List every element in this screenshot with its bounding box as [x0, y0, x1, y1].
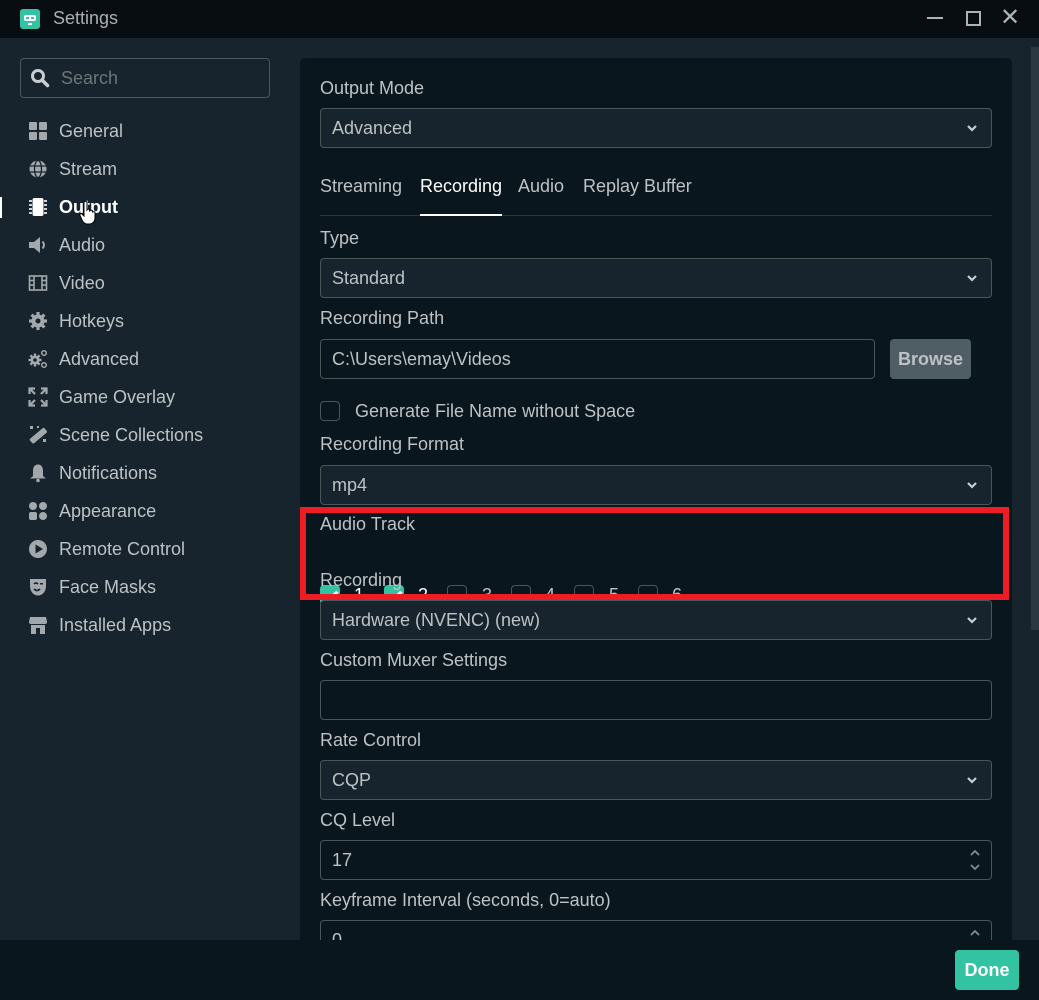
- muxer-label: Custom Muxer Settings: [320, 650, 508, 670]
- search-icon: [31, 69, 50, 88]
- sidebar-item-label: Scene Collections: [59, 425, 204, 445]
- app-logo-icon: [20, 9, 40, 29]
- rate-control-value: CQP: [332, 770, 372, 790]
- grid-icon: [29, 122, 47, 140]
- sidebar-item-label: Advanced: [59, 349, 140, 369]
- close-icon: ✕: [999, 4, 1021, 31]
- sidebar-item-scene-collections[interactable]: Scene Collections: [0, 416, 290, 454]
- sidebar-item-label: Remote Control: [59, 539, 186, 559]
- sidebar-item-label: Stream: [59, 159, 118, 179]
- sidebar-item-output[interactable]: Output: [0, 188, 290, 226]
- spinner-arrows-icon[interactable]: [969, 847, 981, 873]
- output-mode-value: Advanced: [332, 118, 413, 138]
- sidebar-item-label: Installed Apps: [59, 615, 172, 635]
- chevron-down-icon: [967, 777, 977, 784]
- sidebar-item-label: Notifications: [59, 463, 158, 483]
- done-button[interactable]: Done: [955, 950, 1019, 990]
- minimize-button[interactable]: [922, 6, 948, 30]
- settings-panel: Output Mode Advanced Streaming Recording…: [300, 58, 1012, 958]
- no-space-label: Generate File Name without Space: [355, 401, 636, 421]
- recording-format-value: mp4: [332, 475, 368, 495]
- sidebar-item-label: General: [59, 121, 124, 141]
- cq-level-input[interactable]: 17: [320, 840, 992, 880]
- recording-path-input[interactable]: C:\Users\emay\Videos: [320, 339, 875, 379]
- sidebar-item-appearance[interactable]: Appearance: [0, 492, 290, 530]
- expand-icon: [28, 387, 48, 407]
- sidebar-item-general[interactable]: General: [0, 112, 290, 150]
- no-space-checkbox[interactable]: [320, 401, 340, 421]
- chevron-down-icon: [967, 617, 977, 624]
- magic-wand-icon: [29, 426, 47, 444]
- film-icon: [28, 275, 48, 291]
- sidebar-item-face-masks[interactable]: Face Masks: [0, 568, 290, 606]
- maximize-button[interactable]: [960, 6, 986, 30]
- sidebar-item-advanced[interactable]: Advanced: [0, 340, 290, 378]
- window-title: Settings: [53, 8, 119, 28]
- window-body: General Stream Output Audio Video Hotkey…: [0, 38, 1039, 958]
- sidebar-item-label: Output: [59, 197, 118, 217]
- muxer-input[interactable]: [320, 680, 992, 720]
- type-select[interactable]: Standard: [320, 258, 992, 298]
- gears-icon: [28, 349, 48, 369]
- recording-format-select[interactable]: mp4: [320, 465, 992, 505]
- recording-format-label: Recording Format: [320, 434, 465, 454]
- sidebar-item-game-overlay[interactable]: Game Overlay: [0, 378, 290, 416]
- speaker-icon: [29, 237, 45, 253]
- sidebar-item-label: Face Masks: [59, 577, 157, 597]
- search-box: [20, 58, 270, 98]
- sidebar-item-label: Appearance: [59, 501, 157, 521]
- recording-path-label: Recording Path: [320, 308, 445, 328]
- store-icon: [29, 617, 47, 634]
- sidebar-item-audio[interactable]: Audio: [0, 226, 290, 264]
- footer: [0, 940, 1039, 1000]
- shapes-icon: [29, 502, 47, 520]
- type-label: Type: [320, 228, 360, 248]
- output-mode-select[interactable]: Advanced: [320, 108, 992, 148]
- scrollbar-thumb[interactable]: [1031, 47, 1039, 630]
- sidebar-item-label: Video: [59, 273, 105, 293]
- bell-icon: [30, 464, 46, 483]
- sidebar-item-hotkeys[interactable]: Hotkeys: [0, 302, 290, 340]
- cq-level-value: 17: [332, 850, 353, 870]
- chip-icon: [29, 198, 47, 216]
- sidebar-nav: General Stream Output Audio Video Hotkey…: [0, 112, 290, 644]
- sidebar-item-label: Game Overlay: [59, 387, 176, 407]
- recording-path-value: C:\Users\emay\Videos: [332, 349, 511, 369]
- sidebar-item-label: Audio: [59, 235, 106, 255]
- tab-audio[interactable]: Audio: [518, 176, 564, 216]
- rate-control-label: Rate Control: [320, 730, 422, 750]
- play-circle-icon: [29, 540, 47, 558]
- encoder-select[interactable]: Hardware (NVENC) (new): [320, 600, 992, 640]
- title-bar: Settings ✕: [0, 0, 1039, 38]
- audio-track-label: Audio Track: [320, 514, 416, 534]
- sidebar-item-notifications[interactable]: Notifications: [0, 454, 290, 492]
- sidebar-item-stream[interactable]: Stream: [0, 150, 290, 188]
- chevron-down-icon: [967, 482, 977, 489]
- sidebar-item-remote-control[interactable]: Remote Control: [0, 530, 290, 568]
- sidebar-item-label: Hotkeys: [59, 311, 125, 331]
- chevron-down-icon: [967, 275, 977, 282]
- minimize-icon: [927, 17, 943, 19]
- sidebar-item-video[interactable]: Video: [0, 264, 290, 302]
- output-tabs: Streaming Recording Audio Replay Buffer: [320, 166, 992, 216]
- encoder-label: Recording: [320, 570, 403, 590]
- output-mode-label: Output Mode: [320, 78, 425, 98]
- rate-control-select[interactable]: CQP: [320, 760, 992, 800]
- globe-icon: [29, 159, 47, 179]
- tab-recording[interactable]: Recording: [420, 176, 503, 216]
- search-input[interactable]: [61, 59, 261, 97]
- mask-icon: [30, 579, 46, 596]
- gear-icon: [29, 312, 47, 330]
- type-value: Standard: [332, 268, 406, 288]
- encoder-value: Hardware (NVENC) (new): [332, 610, 541, 630]
- chevron-down-icon: [967, 125, 977, 132]
- browse-button[interactable]: Browse: [890, 339, 971, 379]
- tab-streaming[interactable]: Streaming: [320, 176, 402, 216]
- keyframe-label: Keyframe Interval (seconds, 0=auto): [320, 890, 611, 910]
- sidebar-item-installed-apps[interactable]: Installed Apps: [0, 606, 290, 644]
- cq-level-label: CQ Level: [320, 810, 396, 830]
- maximize-icon: [965, 10, 981, 26]
- tab-replay-buffer[interactable]: Replay Buffer: [583, 176, 692, 216]
- close-button[interactable]: ✕: [997, 6, 1023, 30]
